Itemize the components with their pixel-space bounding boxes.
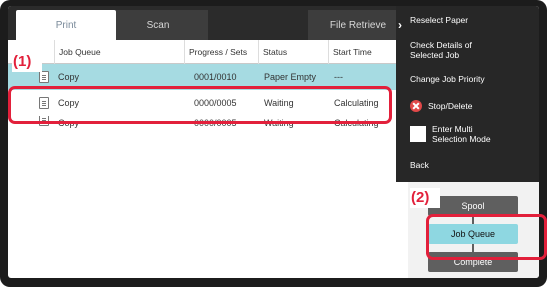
annotation-box-1 (8, 86, 392, 124)
menu-back[interactable]: Back (410, 160, 429, 170)
tab-bar: Scan Print File Retrieve (8, 6, 408, 40)
menu-multi-selection[interactable]: Enter Multi Selection Mode (410, 124, 506, 144)
action-menu: › Reselect Paper Check Details of Select… (396, 6, 539, 182)
copy-job-icon (39, 71, 49, 83)
menu-multi-selection-label: Enter Multi Selection Mode (432, 124, 491, 144)
tab-scan[interactable]: Scan (108, 10, 208, 40)
annotation-label-2: (2) (411, 189, 430, 206)
header-status: Status (258, 40, 328, 64)
annotation-label-1: (1) (13, 53, 32, 70)
spool-button[interactable]: Spool (428, 196, 518, 216)
header-progress: Progress / Sets (184, 40, 258, 64)
stop-delete-icon (410, 100, 422, 112)
multi-selection-checkbox[interactable] (410, 126, 426, 142)
menu-change-priority[interactable]: Change Job Priority (410, 74, 485, 84)
table-header: Job Queue Progress / Sets Status Start T… (8, 40, 408, 64)
menu-stop-delete-label: Stop/Delete (428, 101, 473, 111)
menu-stop-delete[interactable]: Stop/Delete (410, 100, 472, 112)
tab-file-retrieve[interactable]: File Retrieve (308, 10, 408, 40)
annotation-box-2 (426, 214, 547, 260)
chevron-right-icon[interactable]: › (398, 18, 402, 32)
menu-reselect-paper[interactable]: Reselect Paper (410, 15, 468, 25)
menu-check-details[interactable]: Check Details of Selected Job (410, 40, 506, 60)
tab-print[interactable]: Print (16, 10, 116, 40)
header-job-queue: Job Queue (54, 40, 184, 64)
